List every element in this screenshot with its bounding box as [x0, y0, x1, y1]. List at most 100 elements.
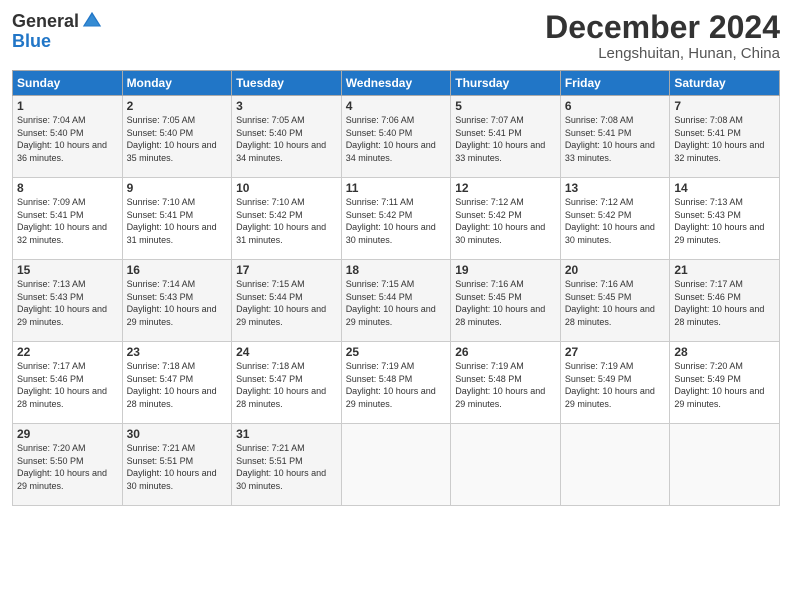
table-row	[451, 424, 561, 506]
table-row: 23 Sunrise: 7:18 AMSunset: 5:47 PMDaylig…	[122, 342, 232, 424]
day-info: Sunrise: 7:16 AMSunset: 5:45 PMDaylight:…	[565, 279, 655, 327]
day-info: Sunrise: 7:10 AMSunset: 5:41 PMDaylight:…	[127, 197, 217, 245]
table-row: 30 Sunrise: 7:21 AMSunset: 5:51 PMDaylig…	[122, 424, 232, 506]
day-info: Sunrise: 7:19 AMSunset: 5:49 PMDaylight:…	[565, 361, 655, 409]
day-number: 10	[236, 181, 337, 195]
table-row: 25 Sunrise: 7:19 AMSunset: 5:48 PMDaylig…	[341, 342, 451, 424]
table-row: 16 Sunrise: 7:14 AMSunset: 5:43 PMDaylig…	[122, 260, 232, 342]
table-row: 2 Sunrise: 7:05 AMSunset: 5:40 PMDayligh…	[122, 96, 232, 178]
day-info: Sunrise: 7:06 AMSunset: 5:40 PMDaylight:…	[346, 115, 436, 163]
col-sunday: Sunday	[13, 71, 123, 96]
table-row: 8 Sunrise: 7:09 AMSunset: 5:41 PMDayligh…	[13, 178, 123, 260]
col-monday: Monday	[122, 71, 232, 96]
day-number: 30	[127, 427, 228, 441]
month-title: December 2024	[545, 10, 780, 45]
day-number: 27	[565, 345, 666, 359]
day-number: 31	[236, 427, 337, 441]
title-block: December 2024 Lengshuitan, Hunan, China	[545, 10, 780, 62]
table-row: 13 Sunrise: 7:12 AMSunset: 5:42 PMDaylig…	[560, 178, 670, 260]
logo-general-text: General	[12, 12, 79, 30]
day-number: 12	[455, 181, 556, 195]
day-number: 25	[346, 345, 447, 359]
day-info: Sunrise: 7:15 AMSunset: 5:44 PMDaylight:…	[346, 279, 436, 327]
table-row	[560, 424, 670, 506]
day-info: Sunrise: 7:08 AMSunset: 5:41 PMDaylight:…	[674, 115, 764, 163]
calendar-week-row: 29 Sunrise: 7:20 AMSunset: 5:50 PMDaylig…	[13, 424, 780, 506]
table-row: 11 Sunrise: 7:11 AMSunset: 5:42 PMDaylig…	[341, 178, 451, 260]
day-number: 15	[17, 263, 118, 277]
day-number: 9	[127, 181, 228, 195]
day-info: Sunrise: 7:15 AMSunset: 5:44 PMDaylight:…	[236, 279, 326, 327]
day-number: 19	[455, 263, 556, 277]
logo-blue-text: Blue	[12, 31, 51, 51]
table-row: 18 Sunrise: 7:15 AMSunset: 5:44 PMDaylig…	[341, 260, 451, 342]
page-header: General Blue December 2024 Lengshuitan, …	[12, 10, 780, 62]
day-number: 14	[674, 181, 775, 195]
col-friday: Friday	[560, 71, 670, 96]
day-number: 29	[17, 427, 118, 441]
day-number: 20	[565, 263, 666, 277]
day-info: Sunrise: 7:04 AMSunset: 5:40 PMDaylight:…	[17, 115, 107, 163]
logo-icon	[81, 10, 103, 32]
calendar-week-row: 8 Sunrise: 7:09 AMSunset: 5:41 PMDayligh…	[13, 178, 780, 260]
col-wednesday: Wednesday	[341, 71, 451, 96]
col-thursday: Thursday	[451, 71, 561, 96]
table-row: 10 Sunrise: 7:10 AMSunset: 5:42 PMDaylig…	[232, 178, 342, 260]
table-row: 19 Sunrise: 7:16 AMSunset: 5:45 PMDaylig…	[451, 260, 561, 342]
day-number: 7	[674, 99, 775, 113]
day-info: Sunrise: 7:14 AMSunset: 5:43 PMDaylight:…	[127, 279, 217, 327]
table-row: 27 Sunrise: 7:19 AMSunset: 5:49 PMDaylig…	[560, 342, 670, 424]
day-info: Sunrise: 7:21 AMSunset: 5:51 PMDaylight:…	[236, 443, 326, 491]
table-row: 6 Sunrise: 7:08 AMSunset: 5:41 PMDayligh…	[560, 96, 670, 178]
day-number: 17	[236, 263, 337, 277]
day-info: Sunrise: 7:13 AMSunset: 5:43 PMDaylight:…	[17, 279, 107, 327]
day-number: 5	[455, 99, 556, 113]
logo: General Blue	[12, 10, 103, 52]
day-info: Sunrise: 7:18 AMSunset: 5:47 PMDaylight:…	[236, 361, 326, 409]
day-number: 4	[346, 99, 447, 113]
day-number: 13	[565, 181, 666, 195]
calendar-header-row: Sunday Monday Tuesday Wednesday Thursday…	[13, 71, 780, 96]
table-row: 28 Sunrise: 7:20 AMSunset: 5:49 PMDaylig…	[670, 342, 780, 424]
day-number: 24	[236, 345, 337, 359]
table-row	[341, 424, 451, 506]
day-info: Sunrise: 7:20 AMSunset: 5:49 PMDaylight:…	[674, 361, 764, 409]
day-info: Sunrise: 7:05 AMSunset: 5:40 PMDaylight:…	[236, 115, 326, 163]
table-row: 12 Sunrise: 7:12 AMSunset: 5:42 PMDaylig…	[451, 178, 561, 260]
day-info: Sunrise: 7:19 AMSunset: 5:48 PMDaylight:…	[455, 361, 545, 409]
calendar-week-row: 1 Sunrise: 7:04 AMSunset: 5:40 PMDayligh…	[13, 96, 780, 178]
day-number: 3	[236, 99, 337, 113]
table-row: 7 Sunrise: 7:08 AMSunset: 5:41 PMDayligh…	[670, 96, 780, 178]
table-row: 21 Sunrise: 7:17 AMSunset: 5:46 PMDaylig…	[670, 260, 780, 342]
day-info: Sunrise: 7:18 AMSunset: 5:47 PMDaylight:…	[127, 361, 217, 409]
table-row	[670, 424, 780, 506]
table-row: 5 Sunrise: 7:07 AMSunset: 5:41 PMDayligh…	[451, 96, 561, 178]
table-row: 31 Sunrise: 7:21 AMSunset: 5:51 PMDaylig…	[232, 424, 342, 506]
day-info: Sunrise: 7:05 AMSunset: 5:40 PMDaylight:…	[127, 115, 217, 163]
day-info: Sunrise: 7:09 AMSunset: 5:41 PMDaylight:…	[17, 197, 107, 245]
day-number: 1	[17, 99, 118, 113]
calendar-week-row: 22 Sunrise: 7:17 AMSunset: 5:46 PMDaylig…	[13, 342, 780, 424]
day-info: Sunrise: 7:13 AMSunset: 5:43 PMDaylight:…	[674, 197, 764, 245]
table-row: 9 Sunrise: 7:10 AMSunset: 5:41 PMDayligh…	[122, 178, 232, 260]
day-info: Sunrise: 7:12 AMSunset: 5:42 PMDaylight:…	[455, 197, 545, 245]
table-row: 29 Sunrise: 7:20 AMSunset: 5:50 PMDaylig…	[13, 424, 123, 506]
table-row: 24 Sunrise: 7:18 AMSunset: 5:47 PMDaylig…	[232, 342, 342, 424]
col-saturday: Saturday	[670, 71, 780, 96]
day-number: 21	[674, 263, 775, 277]
col-tuesday: Tuesday	[232, 71, 342, 96]
day-info: Sunrise: 7:10 AMSunset: 5:42 PMDaylight:…	[236, 197, 326, 245]
calendar-table: Sunday Monday Tuesday Wednesday Thursday…	[12, 70, 780, 506]
table-row: 17 Sunrise: 7:15 AMSunset: 5:44 PMDaylig…	[232, 260, 342, 342]
day-info: Sunrise: 7:16 AMSunset: 5:45 PMDaylight:…	[455, 279, 545, 327]
day-number: 2	[127, 99, 228, 113]
table-row: 26 Sunrise: 7:19 AMSunset: 5:48 PMDaylig…	[451, 342, 561, 424]
day-info: Sunrise: 7:07 AMSunset: 5:41 PMDaylight:…	[455, 115, 545, 163]
calendar-week-row: 15 Sunrise: 7:13 AMSunset: 5:43 PMDaylig…	[13, 260, 780, 342]
day-info: Sunrise: 7:21 AMSunset: 5:51 PMDaylight:…	[127, 443, 217, 491]
day-number: 8	[17, 181, 118, 195]
day-number: 26	[455, 345, 556, 359]
day-info: Sunrise: 7:19 AMSunset: 5:48 PMDaylight:…	[346, 361, 436, 409]
day-info: Sunrise: 7:08 AMSunset: 5:41 PMDaylight:…	[565, 115, 655, 163]
day-number: 18	[346, 263, 447, 277]
